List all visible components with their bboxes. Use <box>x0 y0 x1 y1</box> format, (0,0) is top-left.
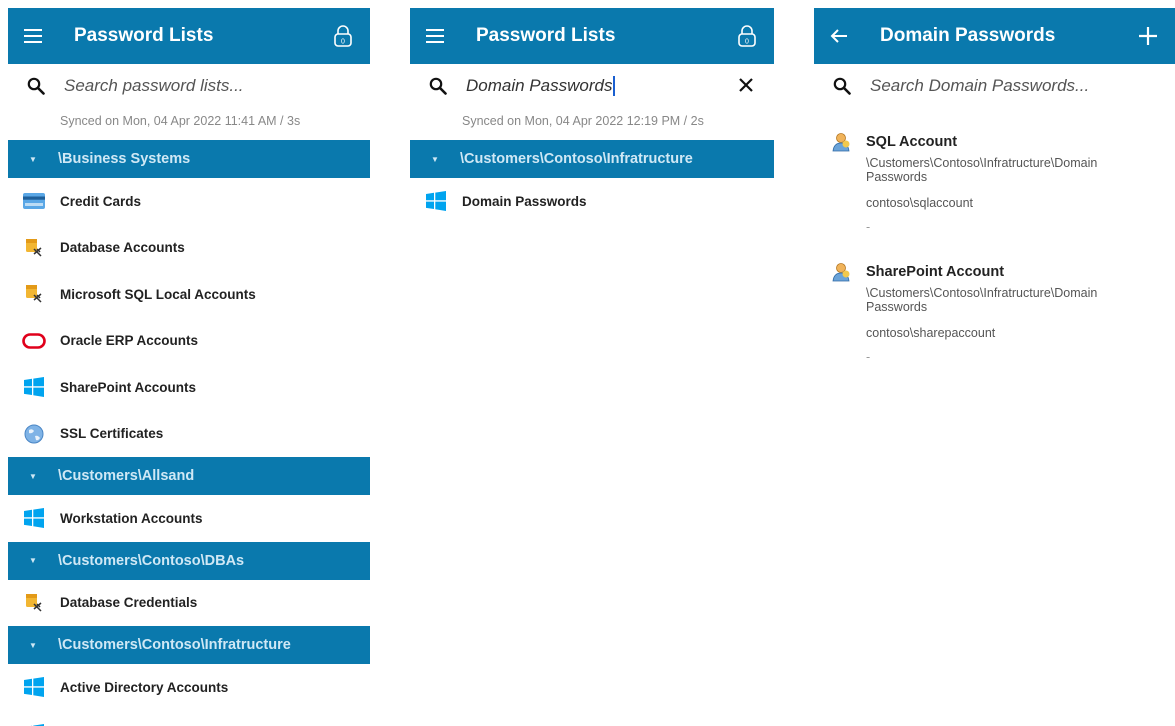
expand-triangle-icon: ▼ <box>29 640 37 650</box>
back-arrow-icon[interactable] <box>814 8 864 64</box>
entry-path: \Customers\Contoso\Infratructure\Domain … <box>866 156 1098 184</box>
app-bar: Password Lists 0 <box>8 8 370 64</box>
search-bar[interactable]: Search password lists... <box>8 64 370 108</box>
group-name: \Customers\Contoso\DBAs <box>58 552 245 569</box>
list-item[interactable]: Microsoft SQL Local Accounts <box>8 271 370 318</box>
group-header[interactable]: ▼ \Customers\Contoso\Infratructure <box>8 626 370 664</box>
list-item-label: Active Directory Accounts <box>60 679 229 695</box>
page-title: Domain Passwords <box>880 25 1056 46</box>
password-lists-screen: Password Lists 0 Search password lists..… <box>8 8 370 726</box>
page-title: Password Lists <box>476 25 616 46</box>
list-item[interactable]: Active Directory Accounts <box>8 664 370 711</box>
domain-passwords-screen: Domain Passwords Search Domain Passwords… <box>814 8 1175 726</box>
list-item-label: Oracle ERP Accounts <box>60 333 199 349</box>
expand-triangle-icon: ▼ <box>29 154 37 164</box>
clear-icon[interactable] <box>736 75 756 95</box>
plus-icon[interactable] <box>1133 8 1163 64</box>
entry-title: SharePoint Account <box>866 264 1005 280</box>
list-item-label: Workstation Accounts <box>60 510 203 526</box>
sync-status: Synced on Mon, 04 Apr 2022 12:19 PM / 2s <box>462 114 704 128</box>
expand-triangle-icon: ▼ <box>29 471 37 481</box>
list-item-label: Microsoft SQL Local Accounts <box>60 286 256 302</box>
windows-icon <box>8 508 60 529</box>
group-header[interactable]: ▼ \Customers\Contoso\Infratructure <box>410 140 774 178</box>
list-item[interactable]: Credit Cards <box>8 178 370 225</box>
entry-path: \Customers\Contoso\Infratructure\Domain … <box>866 286 1098 314</box>
password-entry[interactable]: SQL Account \Customers\Contoso\Infratruc… <box>814 130 1175 234</box>
lock-count: 0 <box>745 39 749 46</box>
entry-username: contoso\sqlaccount <box>866 196 974 210</box>
globe-icon <box>8 424 60 444</box>
list-item-label: Credit Cards <box>60 193 142 209</box>
windows-icon <box>410 191 462 212</box>
list-item-label: Database Accounts <box>60 240 185 256</box>
windows-icon <box>8 377 60 398</box>
list-item[interactable]: Database Credentials <box>8 580 370 627</box>
list-item[interactable]: Domain Passwords <box>410 178 774 225</box>
list-item-label: SSL Certificates <box>60 426 164 442</box>
lock-icon[interactable]: 0 <box>328 8 358 64</box>
group-header[interactable]: ▼ \Business Systems <box>8 140 370 178</box>
search-input[interactable]: Search Domain Passwords... <box>870 76 1089 96</box>
list-item[interactable]: Oracle ERP Accounts <box>8 318 370 365</box>
group-name: \Customers\Contoso\Infratructure <box>460 151 693 167</box>
group-name: \Customers\Contoso\Infratructure <box>58 637 291 653</box>
list-item[interactable]: Workstation Accounts <box>8 495 370 542</box>
page-title: Password Lists <box>74 25 214 46</box>
credit-card-icon <box>8 193 60 210</box>
database-key-icon <box>8 238 60 258</box>
text-caret <box>613 76 616 97</box>
search-input[interactable]: Domain Passwords <box>466 75 616 97</box>
sync-status: Synced on Mon, 04 Apr 2022 11:41 AM / 3s <box>60 114 301 128</box>
group-name: \Customers\Allsand <box>58 468 195 484</box>
oracle-icon <box>8 332 60 349</box>
group-header[interactable]: ▼ \Customers\Allsand <box>8 457 370 495</box>
list-item-label: SharePoint Accounts <box>60 379 197 395</box>
expand-triangle-icon: ▼ <box>29 556 37 565</box>
app-bar: Password Lists 0 <box>410 8 774 64</box>
search-bar[interactable]: Domain Passwords <box>410 64 774 108</box>
password-lists-search-screen: Password Lists 0 Domain Passwords Synced… <box>410 8 774 726</box>
group-name: \Business Systems <box>58 151 191 167</box>
lock-icon[interactable]: 0 <box>732 8 762 64</box>
entry-extra: - <box>866 350 871 364</box>
expand-triangle-icon: ▼ <box>431 154 439 164</box>
password-entry[interactable]: SharePoint Account \Customers\Contoso\In… <box>814 260 1175 364</box>
lock-count: 0 <box>341 39 345 46</box>
hamburger-icon[interactable] <box>8 8 58 64</box>
search-icon <box>8 77 64 95</box>
list-item[interactable]: Database Accounts <box>8 225 370 272</box>
list-item-label: Database Credentials <box>60 595 198 611</box>
windows-icon <box>8 677 60 698</box>
database-key-icon <box>8 284 60 304</box>
search-input[interactable]: Search password lists... <box>64 76 244 96</box>
entry-username: contoso\sharepaccount <box>866 326 996 340</box>
hamburger-icon[interactable] <box>410 8 460 64</box>
user-account-icon <box>832 132 852 157</box>
entry-extra: - <box>866 220 871 234</box>
list-item[interactable]: SharePoint Accounts <box>8 364 370 411</box>
app-bar: Domain Passwords <box>814 8 1175 64</box>
list-item-partial[interactable] <box>8 711 370 726</box>
search-value: Domain Passwords <box>466 75 613 95</box>
list-item[interactable]: SSL Certificates <box>8 411 370 458</box>
database-key-icon <box>8 593 60 613</box>
user-account-icon <box>832 262 852 287</box>
search-icon <box>410 77 466 95</box>
group-header[interactable]: ▼ \Customers\Contoso\DBAs <box>8 541 370 580</box>
entry-title: SQL Account <box>866 134 958 150</box>
list-item-label: Domain Passwords <box>462 193 587 209</box>
search-icon <box>814 77 870 95</box>
search-bar[interactable]: Search Domain Passwords... <box>814 64 1175 108</box>
